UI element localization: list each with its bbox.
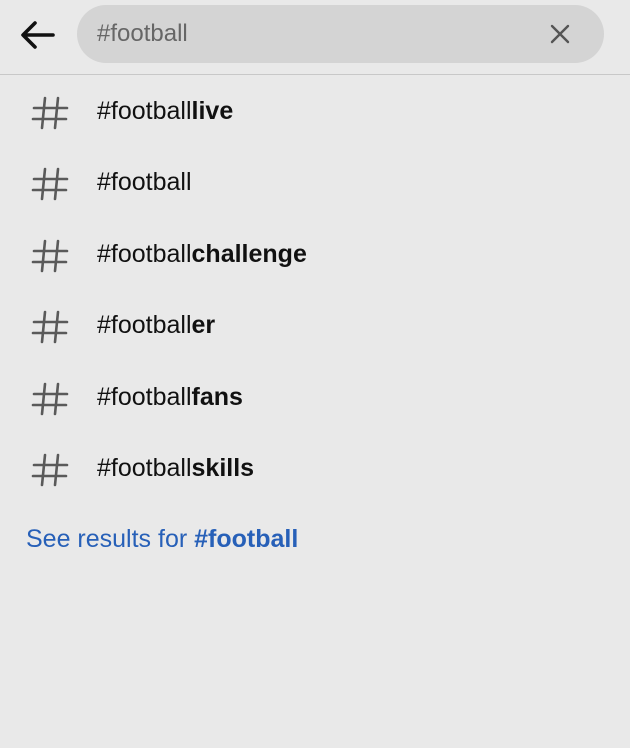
suggestion-item[interactable]: #footballlive [0,76,630,147]
close-icon [550,24,570,44]
hashtag-icon [31,239,69,273]
suggestion-item[interactable]: #footballchallenge [0,219,630,290]
search-header [0,0,630,75]
see-results-query: #football [194,525,299,553]
suggestion-text: #footballchallenge [97,240,307,269]
see-results-label: See results for [26,525,195,553]
suggestion-prefix: #football [97,453,192,482]
search-box [77,5,604,63]
hashtag-icon [31,96,69,130]
suggestion-prefix: #football [97,97,192,125]
hashtag-icon [31,168,69,201]
suggestion-text: #footballfans [97,383,243,412]
suggestion-text: #footballer [97,311,215,340]
suggestion-completion: skills [191,453,255,482]
search-input[interactable] [97,15,517,53]
suggestion-completion: er [191,311,216,340]
hashtag-icon [31,453,69,487]
suggestion-item[interactable]: #footballfans [0,362,630,433]
suggestion-prefix: #football [97,382,192,411]
suggestion-text: #football [97,168,192,197]
clear-search-button[interactable] [548,22,572,46]
hashtag-icon [31,382,69,415]
suggestion-text: #footballskills [97,454,254,483]
suggestion-completion: live [191,97,234,125]
suggestion-prefix: #football [97,239,192,268]
suggestion-completion: fans [191,382,243,411]
suggestion-item[interactable]: #football [0,147,630,218]
suggestion-list: #footballlive #football #footballchallen… [0,76,630,504]
suggestion-prefix: #football [97,168,192,197]
hashtag-icon [31,310,69,344]
suggestion-text: #footballlive [97,97,233,126]
suggestion-completion: challenge [191,239,307,268]
see-results-link[interactable]: See results for #football [26,525,298,554]
suggestion-prefix: #football [97,311,192,340]
arrow-left-icon [21,21,55,49]
suggestion-item[interactable]: #footballer [0,290,630,361]
suggestion-item[interactable]: #footballskills [0,433,630,504]
back-button[interactable] [14,13,60,57]
